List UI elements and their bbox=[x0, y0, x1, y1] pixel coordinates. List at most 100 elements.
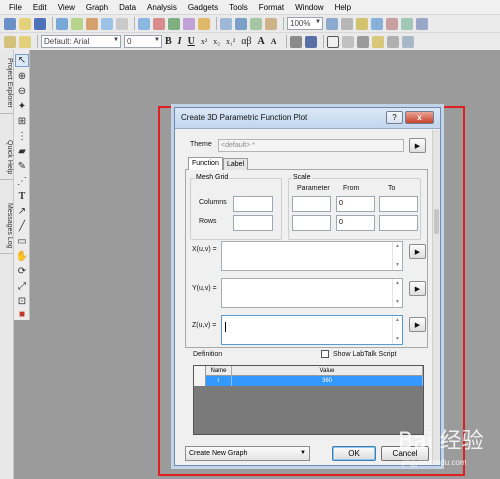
y-formula-scrollbar[interactable]: ▲ ▼ bbox=[392, 279, 402, 307]
border-icon[interactable] bbox=[386, 35, 399, 48]
folder-icon[interactable] bbox=[4, 35, 16, 48]
close-button[interactable]: x bbox=[405, 111, 434, 124]
columns-input[interactable] bbox=[233, 196, 273, 212]
menu-help[interactable]: Help bbox=[330, 3, 357, 12]
fit-icon[interactable] bbox=[401, 17, 413, 30]
decrease-font-button[interactable]: A bbox=[271, 37, 277, 46]
theme-combo[interactable]: <default> * bbox=[218, 139, 404, 152]
script-window-icon[interactable] bbox=[153, 17, 165, 30]
draw-data-icon[interactable]: ✎ bbox=[15, 160, 29, 173]
region-icon[interactable]: ⋰ bbox=[15, 175, 29, 188]
zoom-combo[interactable]: 100% ▼ bbox=[287, 17, 323, 30]
tab-project-explorer[interactable]: Project Explorer bbox=[0, 52, 13, 114]
new-workbook-icon[interactable] bbox=[56, 17, 68, 30]
menu-view[interactable]: View bbox=[53, 3, 81, 12]
rotate-tool-icon[interactable]: ⟳ bbox=[15, 265, 29, 278]
new-notes-icon[interactable] bbox=[116, 17, 128, 30]
screen-reader-icon[interactable]: ✦ bbox=[15, 100, 29, 113]
tab-messages-log[interactable]: Messages Log bbox=[0, 198, 13, 254]
bold-button[interactable]: B bbox=[165, 36, 172, 47]
hand-tool-icon[interactable]: ✋ bbox=[15, 250, 29, 263]
tab-label[interactable]: Label bbox=[223, 158, 249, 170]
open-folder-icon[interactable] bbox=[19, 17, 31, 30]
refresh-icon[interactable] bbox=[220, 17, 232, 30]
scale-from-input[interactable]: 0 bbox=[336, 215, 375, 231]
recalculate-icon[interactable] bbox=[250, 17, 262, 30]
scrollbar-thumb[interactable] bbox=[434, 209, 439, 234]
table-row[interactable]: r 360 bbox=[194, 376, 423, 386]
rows-input[interactable] bbox=[233, 215, 273, 231]
line-color-icon[interactable] bbox=[289, 35, 302, 48]
new-graph-icon[interactable] bbox=[71, 17, 83, 30]
x-formula-menu-button[interactable]: ▶ bbox=[409, 244, 426, 259]
menu-window[interactable]: Window bbox=[290, 3, 329, 12]
scale-parameter-input[interactable] bbox=[292, 215, 331, 231]
command-window-icon[interactable] bbox=[198, 17, 210, 30]
font-size-combo[interactable]: 0 ▼ bbox=[124, 35, 162, 48]
zoom-in-icon[interactable]: ⊕ bbox=[15, 70, 29, 83]
tab-function[interactable]: Function bbox=[188, 157, 223, 170]
code-builder-icon[interactable] bbox=[168, 17, 180, 30]
line-style-icon[interactable] bbox=[356, 35, 369, 48]
z-formula-scrollbar[interactable]: ▲ ▼ bbox=[392, 316, 402, 344]
axis-tool-icon[interactable]: ⊡ bbox=[15, 295, 29, 308]
increase-font-button[interactable]: A bbox=[258, 36, 265, 47]
underline-button[interactable]: U bbox=[188, 36, 195, 47]
row-header[interactable] bbox=[194, 376, 206, 386]
z-formula-menu-button[interactable]: ▶ bbox=[409, 317, 426, 332]
tab-quick-help[interactable]: Quick Help bbox=[0, 136, 13, 180]
note-icon[interactable] bbox=[19, 35, 31, 48]
data-reader-icon[interactable]: ⊞ bbox=[15, 115, 29, 128]
copy-page-icon[interactable] bbox=[371, 17, 383, 30]
fill-color-icon[interactable] bbox=[326, 35, 339, 48]
print-icon[interactable] bbox=[265, 17, 277, 30]
pattern-icon[interactable] bbox=[341, 35, 354, 48]
mask-icon[interactable]: ▰ bbox=[15, 145, 29, 158]
name-column-header[interactable]: Name bbox=[206, 366, 232, 376]
new-layout-icon[interactable] bbox=[101, 17, 113, 30]
menu-graph[interactable]: Graph bbox=[81, 3, 114, 12]
new-project-icon[interactable] bbox=[4, 17, 16, 30]
scale-to-input[interactable] bbox=[379, 215, 418, 231]
arrow-tool-icon[interactable]: ↗ bbox=[15, 205, 29, 218]
layer-icon[interactable] bbox=[416, 17, 428, 30]
line-tool-icon[interactable]: ╱ bbox=[15, 220, 29, 233]
data-selector-icon[interactable]: ⋮ bbox=[15, 130, 29, 143]
z-formula-input[interactable]: ▲ ▼ bbox=[221, 315, 403, 345]
x-formula-scrollbar[interactable]: ▲ ▼ bbox=[392, 242, 402, 270]
results-log-icon[interactable] bbox=[183, 17, 195, 30]
menu-file[interactable]: File bbox=[4, 3, 28, 12]
add-layer-icon[interactable] bbox=[326, 17, 338, 30]
rectangle-tool-icon[interactable]: ▭ bbox=[15, 235, 29, 248]
greek-button[interactable]: αβ bbox=[241, 36, 251, 47]
scale-to-input[interactable] bbox=[379, 196, 418, 212]
menu-edit[interactable]: Edit bbox=[28, 3, 53, 12]
color-tool-icon[interactable]: ■ bbox=[15, 308, 29, 321]
value-column-header[interactable]: Value bbox=[232, 366, 423, 376]
name-cell[interactable]: r bbox=[206, 376, 232, 386]
output-dropdown[interactable]: Create New Graph ▼ bbox=[185, 446, 310, 461]
show-labtalk-checkbox[interactable] bbox=[321, 350, 329, 358]
zoom-out-icon[interactable]: ⊖ bbox=[15, 85, 29, 98]
scale-parameter-input[interactable] bbox=[292, 196, 331, 212]
help-button[interactable]: ? bbox=[386, 111, 403, 124]
arrange-icon[interactable] bbox=[401, 35, 414, 48]
menu-data[interactable]: Data bbox=[114, 3, 142, 12]
menu-format[interactable]: Format bbox=[254, 3, 290, 12]
scale-from-input[interactable]: 0 bbox=[336, 196, 375, 212]
menu-analysis[interactable]: Analysis bbox=[142, 3, 183, 12]
theme-menu-button[interactable]: ▶ bbox=[409, 138, 426, 153]
italic-button[interactable]: I bbox=[178, 36, 182, 47]
tool-icon[interactable] bbox=[386, 17, 398, 30]
dialog-scrollbar[interactable] bbox=[432, 130, 440, 465]
save-icon[interactable] bbox=[34, 17, 46, 30]
duplicate-icon[interactable] bbox=[235, 17, 247, 30]
x-formula-input[interactable]: ▲ ▼ bbox=[221, 241, 403, 271]
import-icon[interactable] bbox=[138, 17, 150, 30]
new-matrix-icon[interactable] bbox=[86, 17, 98, 30]
menu-tools[interactable]: Tools bbox=[224, 3, 254, 12]
font-name-combo[interactable]: Default: Arial ▼ bbox=[41, 35, 121, 48]
symbol-icon[interactable] bbox=[371, 35, 384, 48]
export-icon[interactable] bbox=[356, 17, 368, 30]
subscript-button[interactable]: x₂ bbox=[213, 37, 220, 46]
